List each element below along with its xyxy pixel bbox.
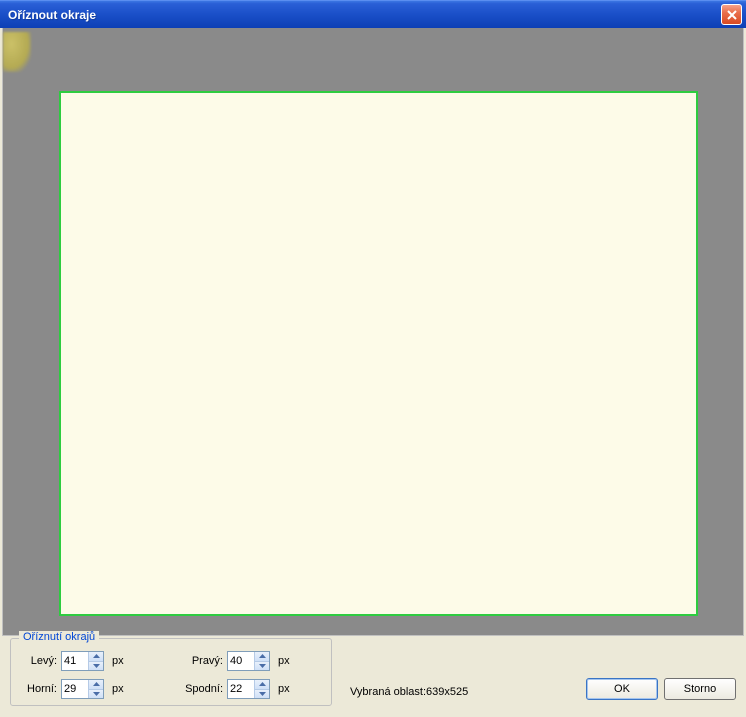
label-bottom: Spodní: xyxy=(179,683,223,695)
chevron-down-icon xyxy=(259,664,266,668)
input-bottom[interactable] xyxy=(228,680,254,698)
unit-top: px xyxy=(112,683,124,695)
close-button[interactable] xyxy=(721,4,742,25)
preview-highlight xyxy=(3,32,31,72)
groupbox-title: Oříznutí okrajů xyxy=(19,631,99,643)
spinner-top-down[interactable] xyxy=(89,690,103,699)
label-top: Horní: xyxy=(19,683,57,695)
spinner-left-down[interactable] xyxy=(89,662,103,671)
input-top[interactable] xyxy=(62,680,88,698)
spinner-right-up[interactable] xyxy=(255,652,269,662)
spinner-top-btns xyxy=(88,680,103,698)
ok-button[interactable]: OK xyxy=(586,678,658,700)
label-left: Levý: xyxy=(19,655,57,667)
spinner-left-btns xyxy=(88,652,103,670)
unit-bottom: px xyxy=(278,683,290,695)
crop-margins-groupbox: Oříznutí okrajů Levý: px Horní: p xyxy=(10,638,332,706)
spinner-right[interactable] xyxy=(227,651,270,671)
spinner-left[interactable] xyxy=(61,651,104,671)
spinner-bottom-down[interactable] xyxy=(255,690,269,699)
unit-left: px xyxy=(112,655,124,667)
field-left: Levý: px xyxy=(19,651,124,671)
chevron-down-icon xyxy=(93,692,100,696)
close-icon xyxy=(727,10,737,20)
preview-area[interactable] xyxy=(2,28,744,636)
field-bottom: Spodní: px xyxy=(179,679,290,699)
window-title: Oříznout okraje xyxy=(8,8,96,22)
chevron-down-icon xyxy=(93,664,100,668)
crop-selection[interactable] xyxy=(59,91,698,616)
spinner-top-up[interactable] xyxy=(89,680,103,690)
chevron-up-icon xyxy=(259,654,266,658)
titlebar[interactable]: Oříznout okraje xyxy=(0,0,746,28)
input-left[interactable] xyxy=(62,652,88,670)
spinner-left-up[interactable] xyxy=(89,652,103,662)
field-right: Pravý: px xyxy=(179,651,290,671)
label-right: Pravý: xyxy=(179,655,223,667)
chevron-up-icon xyxy=(93,682,100,686)
spinner-bottom[interactable] xyxy=(227,679,270,699)
cancel-button[interactable]: Storno xyxy=(664,678,736,700)
spinner-right-btns xyxy=(254,652,269,670)
spinner-bottom-up[interactable] xyxy=(255,680,269,690)
spinner-right-down[interactable] xyxy=(255,662,269,671)
unit-right: px xyxy=(278,655,290,667)
bottom-panel: Oříznutí okrajů Levý: px Horní: p xyxy=(0,636,746,714)
dialog-buttons: OK Storno xyxy=(586,678,736,700)
field-top: Horní: px xyxy=(19,679,124,699)
chevron-down-icon xyxy=(259,692,266,696)
input-right[interactable] xyxy=(228,652,254,670)
chevron-up-icon xyxy=(259,682,266,686)
chevron-up-icon xyxy=(93,654,100,658)
selection-status: Vybraná oblast:639x525 xyxy=(350,686,468,698)
spinner-top[interactable] xyxy=(61,679,104,699)
spinner-bottom-btns xyxy=(254,680,269,698)
